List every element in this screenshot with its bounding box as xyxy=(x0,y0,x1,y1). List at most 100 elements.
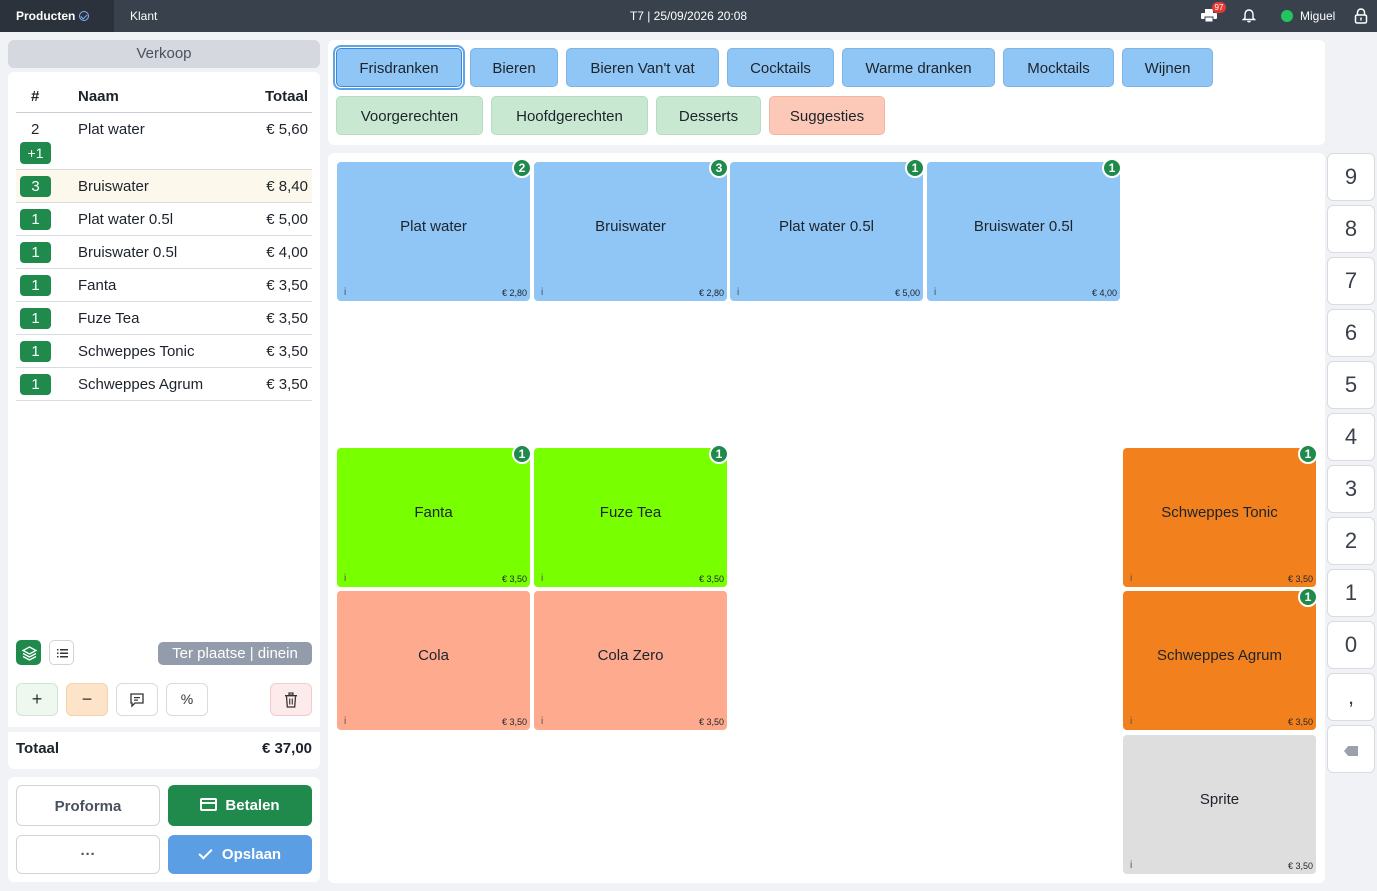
divider xyxy=(8,727,320,732)
user-name[interactable]: Miguel xyxy=(1300,0,1335,32)
product-tile-schweppes-agrum[interactable]: Schweppes Agrum i € 3,50 1 xyxy=(1123,587,1318,730)
order-row-price: € 5,60 xyxy=(266,121,308,138)
product-tile-sprite[interactable]: Sprite i € 3,50 xyxy=(1123,735,1316,874)
product-count-badge: 1 xyxy=(709,444,729,464)
decrease-qty-button[interactable]: − xyxy=(66,683,108,716)
keypad-4[interactable]: 4 xyxy=(1327,413,1375,461)
opslaan-label: Opslaan xyxy=(221,846,282,863)
keypad-9[interactable]: 9 xyxy=(1327,153,1375,201)
product-name: Bruiswater 0.5l xyxy=(973,218,1074,235)
info-icon[interactable]: i xyxy=(934,287,936,298)
keypad-0[interactable]: 0 xyxy=(1327,621,1375,669)
proforma-button[interactable]: Proforma xyxy=(16,785,160,826)
keypad-6[interactable]: 6 xyxy=(1327,309,1375,357)
product-count-badge: 1 xyxy=(1298,444,1318,464)
delete-button[interactable] xyxy=(270,683,312,716)
category-bieren[interactable]: Bieren xyxy=(470,48,558,87)
product-name: Schweppes Agrum xyxy=(1156,647,1283,664)
product-count-badge: 1 xyxy=(512,444,532,464)
product-tile-bruiswater-05l[interactable]: Bruiswater 0.5l i € 4,00 1 xyxy=(927,158,1122,301)
check-icon xyxy=(198,845,213,860)
category-panel: Frisdranken Bieren Bieren Van't vat Cock… xyxy=(328,40,1325,145)
category-frisdranken[interactable]: Frisdranken xyxy=(333,45,465,90)
order-row[interactable]: 1 Schweppes Agrum € 3,50 xyxy=(16,368,312,401)
product-name: Schweppes Tonic xyxy=(1161,504,1278,521)
order-row[interactable]: 1 Plat water 0.5l € 5,00 xyxy=(16,203,312,236)
product-price: € 3,50 xyxy=(698,574,724,584)
tab-klant[interactable]: Klant xyxy=(130,0,157,32)
keypad-5[interactable]: 5 xyxy=(1327,361,1375,409)
order-row-qty: 3 xyxy=(20,176,51,197)
keypad-1[interactable]: 1 xyxy=(1327,569,1375,617)
totaal-label: Totaal xyxy=(16,740,60,757)
info-icon[interactable]: i xyxy=(344,573,346,584)
keypad-8[interactable]: 8 xyxy=(1327,205,1375,253)
order-row-price: € 8,40 xyxy=(266,178,308,195)
category-suggesties[interactable]: Suggesties xyxy=(769,96,885,135)
list-view-button[interactable] xyxy=(49,640,74,665)
category-cocktails[interactable]: Cocktails xyxy=(727,48,834,87)
keypad-3[interactable]: 3 xyxy=(1327,465,1375,513)
product-tile-plat-water[interactable]: Plat water i € 2,80 2 xyxy=(337,158,532,301)
info-icon[interactable]: i xyxy=(1130,860,1132,871)
product-tile-schweppes-tonic[interactable]: Schweppes Tonic i € 3,50 1 xyxy=(1123,444,1318,587)
layers-icon xyxy=(21,646,38,661)
tab-producten[interactable]: Producten xyxy=(0,0,114,32)
product-tile-cola[interactable]: Cola i € 3,50 xyxy=(337,591,530,730)
online-status-dot xyxy=(1281,10,1293,22)
order-row[interactable]: 1 Fuze Tea € 3,50 xyxy=(16,302,312,335)
betalen-button[interactable]: Betalen xyxy=(168,785,312,826)
category-hoofdgerechten[interactable]: Hoofdgerechten xyxy=(491,96,648,135)
bell-icon[interactable] xyxy=(1242,9,1256,23)
order-row[interactable]: 1 Fanta € 3,50 xyxy=(16,269,312,302)
product-price: € 3,50 xyxy=(501,717,527,727)
product-name: Plat water xyxy=(400,218,467,235)
category-mocktails[interactable]: Mocktails xyxy=(1003,48,1114,87)
order-row-price: € 3,50 xyxy=(266,343,308,360)
order-row-name: Bruiswater xyxy=(78,178,149,195)
keypad-7[interactable]: 7 xyxy=(1327,257,1375,305)
keypad-2[interactable]: 2 xyxy=(1327,517,1375,565)
dinein-mode-button[interactable]: Ter plaatse | dinein xyxy=(158,642,312,665)
info-icon[interactable]: i xyxy=(344,716,346,727)
comment-button[interactable] xyxy=(116,683,158,716)
category-desserts[interactable]: Desserts xyxy=(656,96,761,135)
totaal-value: € 37,00 xyxy=(261,740,312,757)
info-icon[interactable]: i xyxy=(1130,716,1132,727)
order-row[interactable]: 1 Schweppes Tonic € 3,50 xyxy=(16,335,312,368)
keypad-comma[interactable]: , xyxy=(1327,673,1375,721)
info-icon[interactable]: i xyxy=(1130,573,1132,584)
info-icon[interactable]: i xyxy=(344,287,346,298)
info-icon[interactable]: i xyxy=(541,573,543,584)
order-row[interactable]: 3 Bruiswater € 8,40 xyxy=(16,170,312,203)
info-icon[interactable]: i xyxy=(737,287,739,298)
product-tile-cola-zero[interactable]: Cola Zero i € 3,50 xyxy=(534,591,727,730)
product-name: Bruiswater xyxy=(595,218,666,235)
order-row-name: Plat water xyxy=(78,121,145,138)
keypad-backspace[interactable] xyxy=(1327,725,1375,773)
product-tile-bruiswater[interactable]: Bruiswater i € 2,80 3 xyxy=(534,158,729,301)
product-tile-fuze-tea[interactable]: Fuze Tea i € 3,50 1 xyxy=(534,444,729,587)
category-warme-dranken[interactable]: Warme dranken xyxy=(842,48,995,87)
product-tile-plat-water-05l[interactable]: Plat water 0.5l i € 5,00 1 xyxy=(730,158,925,301)
category-bieren-vant-vat[interactable]: Bieren Van't vat xyxy=(566,48,719,87)
credit-card-icon xyxy=(200,798,218,811)
info-icon[interactable]: i xyxy=(541,716,543,727)
lock-icon[interactable] xyxy=(1354,8,1368,24)
increase-qty-button[interactable]: + xyxy=(16,683,58,716)
more-options-button[interactable]: ··· xyxy=(16,835,160,874)
order-row[interactable]: 1 Bruiswater 0.5l € 4,00 xyxy=(16,236,312,269)
opslaan-button[interactable]: Opslaan xyxy=(168,835,312,874)
order-panel: # Naam Totaal 2 Plat water € 5,60 +1 3 B… xyxy=(8,72,320,769)
category-wijnen[interactable]: Wijnen xyxy=(1122,48,1213,87)
product-name: Sprite xyxy=(1199,791,1240,808)
discount-button[interactable]: % xyxy=(166,683,208,716)
info-icon[interactable]: i xyxy=(541,287,543,298)
top-bar: Producten Klant T7 | 25/09/2026 20:08 97… xyxy=(0,0,1377,32)
product-tile-fanta[interactable]: Fanta i € 3,50 1 xyxy=(337,444,532,587)
product-price: € 3,50 xyxy=(1287,574,1313,584)
order-row[interactable]: 2 Plat water € 5,60 +1 xyxy=(16,113,312,170)
tab-producten-label: Producten xyxy=(16,9,76,23)
layers-button[interactable] xyxy=(16,640,41,665)
category-voorgerechten[interactable]: Voorgerechten xyxy=(336,96,483,135)
